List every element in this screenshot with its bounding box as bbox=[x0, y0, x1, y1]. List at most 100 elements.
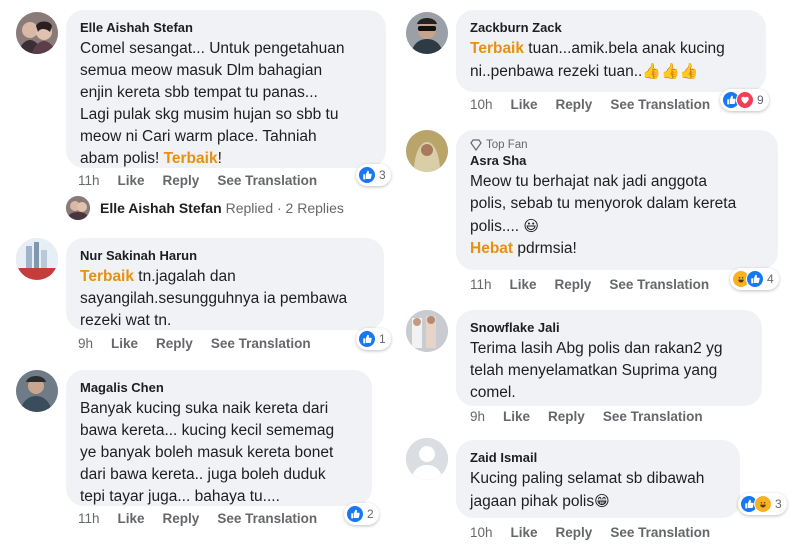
comment-timestamp[interactable]: 11h bbox=[78, 511, 100, 526]
comment-actions: 9h Like Reply See Translation bbox=[78, 336, 329, 351]
comment-bubble: Magalis Chen Banyak kucing suka naik ker… bbox=[66, 370, 372, 506]
avatar-photo-icon bbox=[16, 12, 58, 54]
avatar[interactable] bbox=[16, 238, 58, 280]
like-reaction-icon bbox=[358, 166, 376, 184]
comment-text: Terbaik tn.jagalah dan sayangilah.sesung… bbox=[80, 266, 370, 332]
keyword-highlight: Hebat bbox=[470, 240, 514, 257]
reaction-summary[interactable]: 3 bbox=[738, 493, 787, 515]
comment-timestamp[interactable]: 10h bbox=[470, 525, 493, 540]
reaction-count: 1 bbox=[379, 332, 386, 346]
reply-button[interactable]: Reply bbox=[555, 277, 592, 292]
comment-text: Terbaik tuan...amik.bela anak kucing ni.… bbox=[470, 38, 752, 83]
avatar[interactable] bbox=[406, 310, 448, 352]
smiley-emoji-icon: 😃 bbox=[523, 217, 540, 235]
like-button[interactable]: Like bbox=[510, 277, 537, 292]
comment-actions: 11h Like Reply See Translation bbox=[78, 173, 335, 188]
see-translation-link[interactable]: See Translation bbox=[609, 277, 709, 292]
commenter-name[interactable]: Zaid Ismail bbox=[470, 449, 726, 466]
avatar-photo-icon bbox=[16, 238, 58, 280]
comment-bubble: Zaid Ismail Kucing paling selamat sb dib… bbox=[456, 440, 740, 518]
reaction-count: 2 bbox=[367, 507, 374, 521]
comment-timestamp[interactable]: 10h bbox=[470, 97, 493, 112]
like-button[interactable]: Like bbox=[511, 525, 538, 540]
avatar[interactable] bbox=[406, 12, 448, 54]
comment-actions: 9h Like Reply See Translation bbox=[470, 409, 721, 424]
love-reaction-icon bbox=[736, 91, 754, 109]
avatar[interactable] bbox=[16, 370, 58, 412]
default-avatar-icon bbox=[406, 438, 448, 480]
comment-actions: 10h Like Reply See Translation bbox=[470, 525, 728, 540]
avatar-photo-icon bbox=[406, 12, 448, 54]
reply-button[interactable]: Reply bbox=[156, 336, 193, 351]
keyword-highlight: Terbaik bbox=[163, 150, 218, 167]
reply-button[interactable]: Reply bbox=[548, 409, 585, 424]
diamond-icon bbox=[470, 139, 482, 151]
commenter-name[interactable]: Snowflake Jali bbox=[470, 319, 748, 336]
like-button[interactable]: Like bbox=[511, 97, 538, 112]
reply-button[interactable]: Reply bbox=[163, 173, 200, 188]
top-fan-badge: Top Fan bbox=[470, 139, 764, 151]
reply-author-name[interactable]: Elle Aishah Stefan bbox=[100, 200, 222, 216]
reply-button[interactable]: Reply bbox=[556, 525, 593, 540]
comment-text: Comel sesangat... Untuk pengetahuan semu… bbox=[80, 38, 372, 170]
comment-text: Kucing paling selamat sb dibawah jagaan … bbox=[470, 468, 726, 513]
comment-bubble: Nur Sakinah Harun Terbaik tn.jagalah dan… bbox=[66, 238, 384, 330]
like-reaction-icon bbox=[346, 505, 364, 523]
see-translation-link[interactable]: See Translation bbox=[610, 97, 710, 112]
avatar[interactable] bbox=[16, 12, 58, 54]
like-button[interactable]: Like bbox=[118, 511, 145, 526]
comment-body: Kucing paling selamat sb dibawah jagaan … bbox=[470, 470, 705, 510]
commenter-name[interactable]: Asra Sha bbox=[470, 152, 764, 169]
avatar-photo-icon bbox=[406, 130, 448, 172]
reply-button[interactable]: Reply bbox=[163, 511, 200, 526]
comment-body: Meow tu berhajat nak jadi anggota polis,… bbox=[470, 173, 737, 235]
like-button[interactable]: Like bbox=[118, 173, 145, 188]
comment-text: Terima lasih Abg polis dan rakan2 yg tel… bbox=[470, 340, 723, 401]
replies-row[interactable]: Elle Aishah Stefan Replied · 2 Replies bbox=[66, 196, 344, 220]
like-reaction-icon bbox=[358, 330, 376, 348]
avatar[interactable] bbox=[406, 438, 448, 480]
like-button[interactable]: Like bbox=[111, 336, 138, 351]
comment-timestamp[interactable]: 11h bbox=[470, 277, 492, 292]
comment-timestamp[interactable]: 9h bbox=[78, 336, 93, 351]
like-button[interactable]: Like bbox=[503, 409, 530, 424]
reaction-count: 3 bbox=[775, 497, 782, 511]
see-translation-link[interactable]: See Translation bbox=[217, 511, 317, 526]
keyword-highlight: Terbaik bbox=[80, 268, 134, 285]
comment-body: Comel sesangat... Untuk pengetahuan semu… bbox=[80, 40, 345, 167]
comment-body-2: pdrmsia! bbox=[513, 240, 577, 257]
comment-actions: 11h Like Reply See Translation bbox=[470, 277, 727, 292]
reaction-count: 4 bbox=[767, 272, 774, 286]
avatar-photo-icon bbox=[66, 196, 90, 220]
commenter-name[interactable]: Magalis Chen bbox=[80, 379, 358, 396]
commenter-name[interactable]: Zackburn Zack bbox=[470, 19, 752, 36]
reaction-summary[interactable]: 3 bbox=[356, 164, 391, 186]
reaction-summary[interactable]: 4 bbox=[730, 268, 779, 290]
top-fan-label: Top Fan bbox=[486, 139, 528, 151]
haha-reaction-icon bbox=[754, 495, 772, 513]
reaction-count: 9 bbox=[757, 93, 764, 107]
comment-actions: 11h Like Reply See Translation bbox=[78, 511, 335, 526]
avatar-photo-icon bbox=[16, 370, 58, 412]
comment-timestamp[interactable]: 9h bbox=[470, 409, 485, 424]
reaction-summary[interactable]: 1 bbox=[356, 328, 391, 350]
comment-text: Meow tu berhajat nak jadi anggota polis,… bbox=[470, 171, 764, 260]
comment-bubble: Snowflake Jali Terima lasih Abg polis da… bbox=[456, 310, 762, 406]
reply-avatar bbox=[66, 196, 90, 220]
see-translation-link[interactable]: See Translation bbox=[217, 173, 317, 188]
comment-actions: 10h Like Reply See Translation bbox=[470, 97, 728, 112]
avatar-photo-icon bbox=[406, 310, 448, 352]
commenter-name[interactable]: Nur Sakinah Harun bbox=[80, 247, 370, 264]
reaction-summary[interactable]: 2 bbox=[344, 503, 379, 525]
reply-button[interactable]: Reply bbox=[556, 97, 593, 112]
avatar[interactable] bbox=[406, 130, 448, 172]
grin-emoji-icon: 😁 bbox=[594, 492, 610, 510]
view-replies-link[interactable]: Replied · 2 Replies bbox=[226, 200, 344, 216]
comment-text: Banyak kucing suka naik kereta dari bawa… bbox=[80, 400, 335, 505]
see-translation-link[interactable]: See Translation bbox=[603, 409, 703, 424]
see-translation-link[interactable]: See Translation bbox=[610, 525, 710, 540]
commenter-name[interactable]: Elle Aishah Stefan bbox=[80, 19, 372, 36]
see-translation-link[interactable]: See Translation bbox=[211, 336, 311, 351]
comment-bubble: Elle Aishah Stefan Comel sesangat... Unt… bbox=[66, 10, 386, 168]
comment-timestamp[interactable]: 11h bbox=[78, 173, 100, 188]
